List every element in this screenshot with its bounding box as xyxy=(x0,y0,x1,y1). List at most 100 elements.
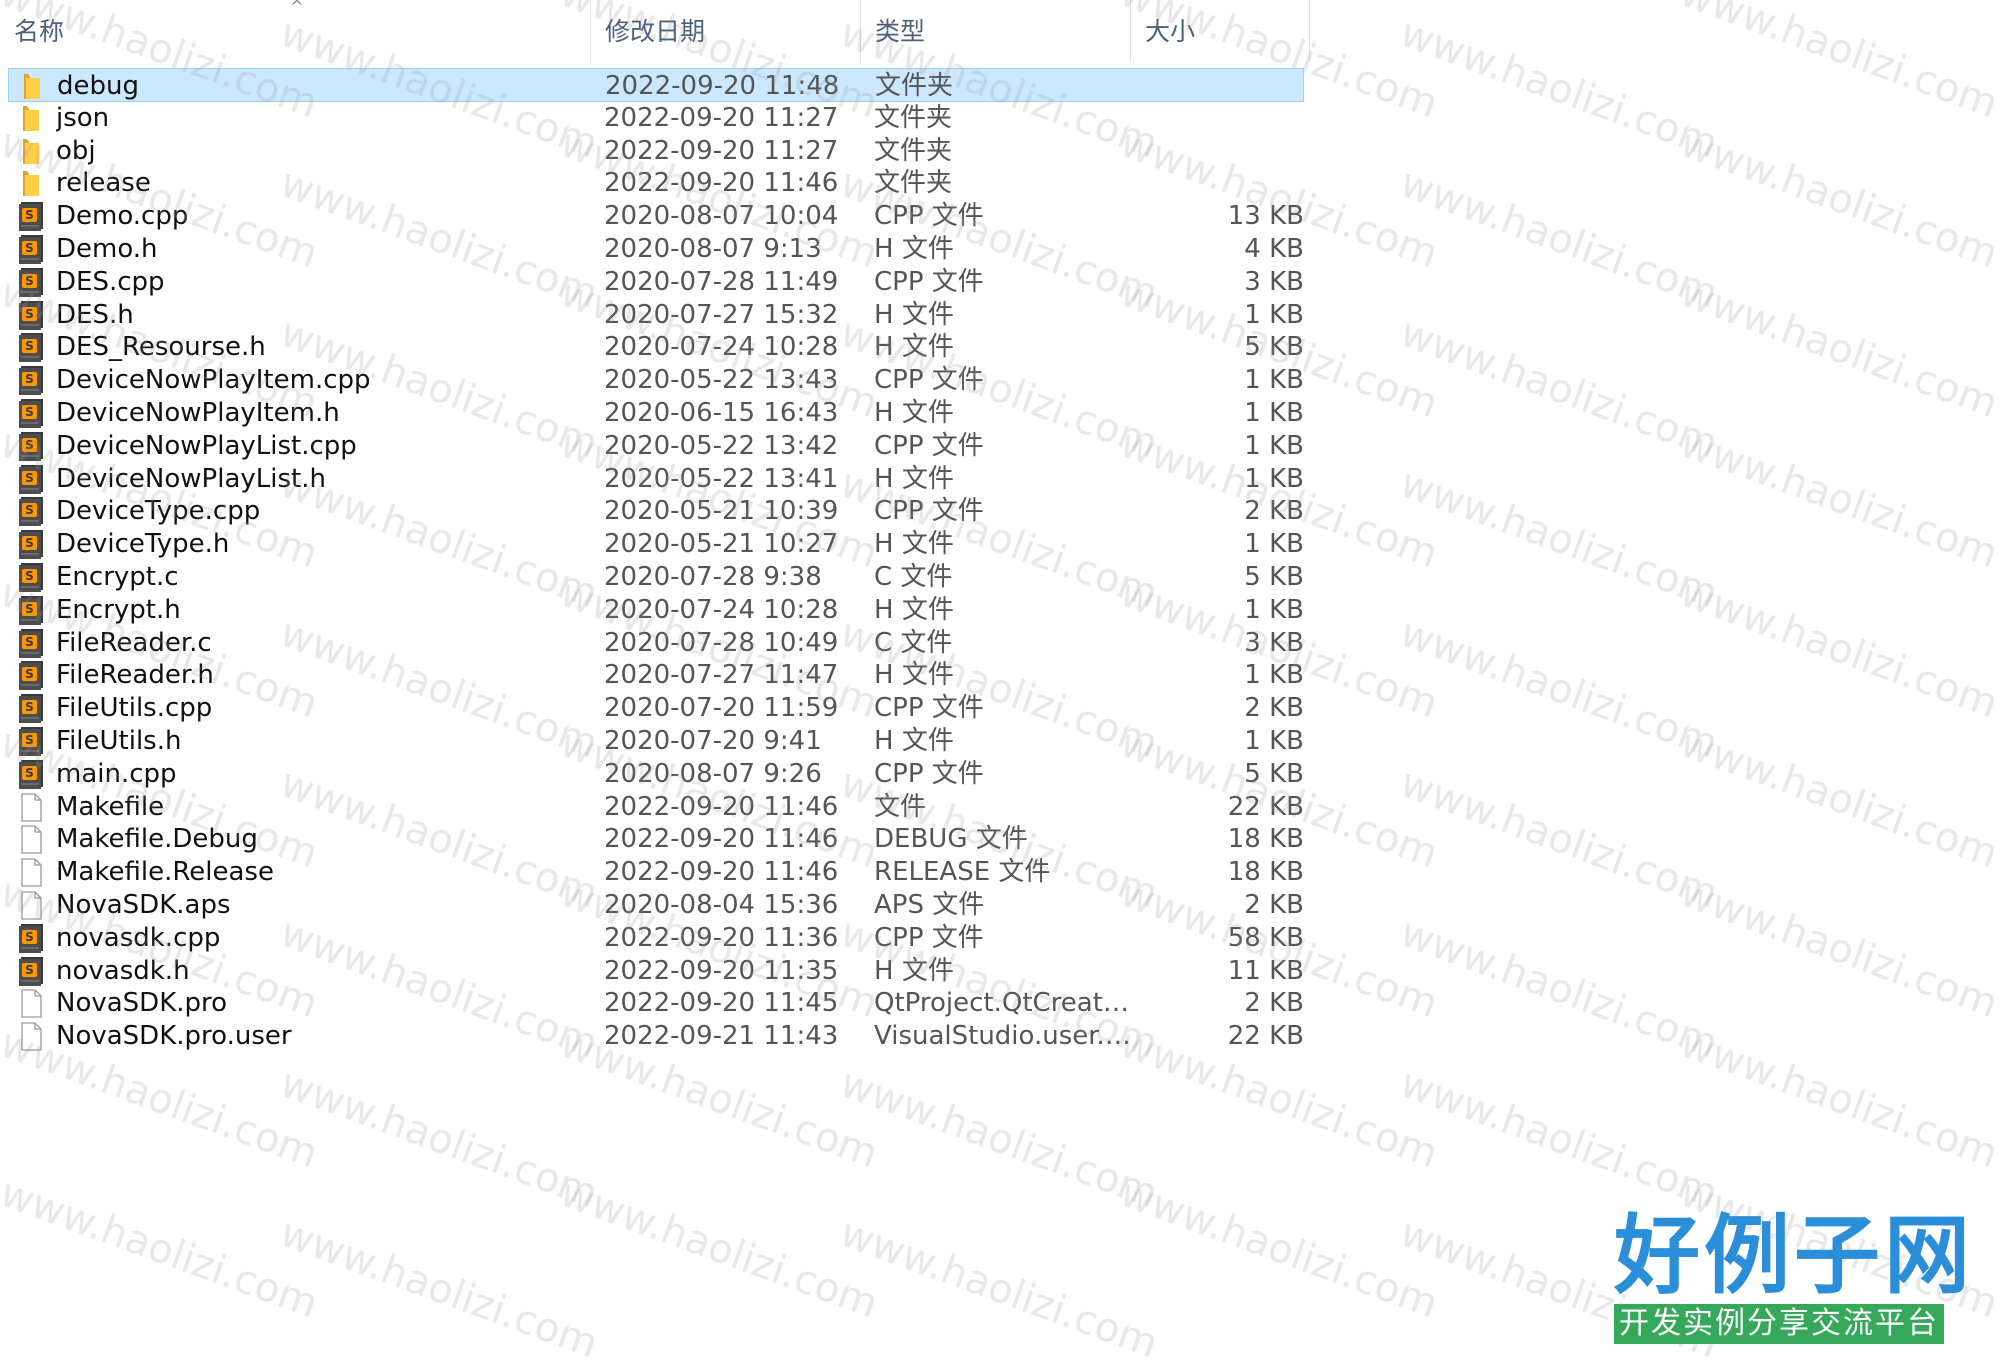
file-size xyxy=(1128,134,1304,168)
blank-file-icon xyxy=(16,856,46,888)
file-name: debug xyxy=(57,71,139,101)
file-name: release xyxy=(56,168,151,199)
file-type: CPP 文件 xyxy=(874,430,984,461)
file-row[interactable]: S FileReader.c 2020-07-28 10:49 C 文件 3 KB xyxy=(8,626,1304,660)
watermark-text: www.haolizi.com xyxy=(1674,120,2004,278)
file-row[interactable]: Snovasdk.cpp 2022-09-20 11:36 CPP 文件 58 KB xyxy=(8,921,1304,955)
file-name: Demo.h xyxy=(56,234,158,264)
file-row[interactable]: S Demo.cpp 2020-08-07 10:04 CPP 文件 13 KB xyxy=(8,199,1304,233)
svg-text:S: S xyxy=(25,930,34,944)
file-row[interactable]: NovaSDK.pro.user 2022-09-21 11:43 VisualSt… xyxy=(8,1019,1304,1053)
column-header-size[interactable]: 大小 xyxy=(1130,0,1310,62)
folder-row[interactable]: obj 2022-09-20 11:27 文件夹 xyxy=(8,134,1304,168)
file-row[interactable]: NovaSDK.pro 2022-09-20 11:45 QtProject.QtC… xyxy=(8,986,1304,1020)
folder-row[interactable]: release 2022-09-20 11:46 文件夹 xyxy=(8,166,1304,200)
file-modified-date: 2022-09-20 11:35 xyxy=(604,955,839,986)
file-size: 1 KB xyxy=(1244,299,1304,330)
folder-icon xyxy=(16,135,46,167)
sublime-file-icon: S xyxy=(16,364,46,396)
file-type: CPP 文件 xyxy=(874,365,984,396)
folder-row[interactable]: debug 2022-09-20 11:48 文件夹 xyxy=(8,68,1304,102)
svg-text:S: S xyxy=(25,536,34,550)
file-row[interactable]: S DES.cpp 2020-07-28 11:49 CPP 文件 3 KB xyxy=(8,265,1304,299)
file-row[interactable]: S Demo.h 2020-08-07 9:13 H 文件 4 KB xyxy=(8,232,1304,266)
file-row[interactable]: S FileUtils.h 2020-07-20 9:41 H 文件 1 KB xyxy=(8,724,1304,758)
file-row[interactable]: Makefile.Debug 2022-09-20 11:46 DEBUG 文件 18… xyxy=(8,822,1304,856)
file-type: VisualStudio.user.a... xyxy=(874,1021,1136,1052)
sublime-file-icon: S xyxy=(16,922,46,954)
blank-file-icon xyxy=(16,791,46,823)
file-size: 1 KB xyxy=(1244,529,1304,560)
column-header-type[interactable]: 类型 xyxy=(860,0,1130,62)
file-row[interactable]: Makefile.Release 2022-09-20 11:46 RELEASE … xyxy=(8,855,1304,889)
file-name: FileReader.h xyxy=(56,660,214,691)
file-modified-date: 2020-07-27 15:32 xyxy=(604,299,839,330)
file-modified-date: 2022-09-20 11:46 xyxy=(604,168,839,199)
file-name: main.cpp xyxy=(56,758,177,789)
file-name: FileUtils.cpp xyxy=(56,693,213,724)
file-row[interactable]: S Encrypt.c 2020-07-28 9:38 C 文件 5 KB xyxy=(8,560,1304,594)
file-name: Encrypt.c xyxy=(56,562,179,592)
column-header-bar: 名称 ^ 修改日期 类型 大小 xyxy=(0,0,1310,62)
file-name: Makefile.Debug xyxy=(56,824,258,855)
file-row[interactable]: S DeviceNowPlayItem.cpp 2020-05-22 13:43 CP… xyxy=(8,363,1304,397)
file-name: DeviceNowPlayItem.cpp xyxy=(56,365,371,396)
watermark-text: www.haolizi.com xyxy=(1394,610,1724,768)
file-row[interactable]: S DeviceNowPlayItem.h 2020-06-15 16:43 H 文件… xyxy=(8,396,1304,430)
file-row[interactable]: Snovasdk.h 2022-09-20 11:35 H 文件 11 KB xyxy=(8,954,1304,988)
sublime-file-icon: S xyxy=(16,299,46,331)
file-modified-date: 2020-08-04 15:36 xyxy=(604,890,839,920)
blank-file-icon xyxy=(16,823,46,855)
watermark-text: www.haolizi.com xyxy=(1674,270,2004,428)
sublime-file-icon: S xyxy=(16,955,46,987)
file-modified-date: 2022-09-20 11:46 xyxy=(604,791,839,822)
sublime-file-icon: S xyxy=(16,659,46,691)
column-header-date[interactable]: 修改日期 xyxy=(590,0,860,62)
file-row[interactable]: Makefile 2022-09-20 11:46 文件 22 KB xyxy=(8,790,1304,824)
file-size: 1 KB xyxy=(1244,398,1304,428)
sublime-file-icon: S xyxy=(16,233,46,265)
file-row[interactable]: S DeviceType.cpp 2020-05-21 10:39 CPP 文件 2 K… xyxy=(8,494,1304,528)
file-row[interactable]: S FileUtils.cpp 2020-07-20 11:59 CPP 文件 2 KB xyxy=(8,691,1304,725)
sublime-file-icon: S xyxy=(16,397,46,429)
file-row[interactable]: S DeviceNowPlayList.h 2020-05-22 13:41 H 文件… xyxy=(8,462,1304,496)
file-size: 2 KB xyxy=(1244,890,1304,920)
file-type: 文件夹 xyxy=(874,102,953,133)
file-size: 5 KB xyxy=(1244,758,1304,789)
file-name: Demo.cpp xyxy=(56,201,189,232)
file-modified-date: 2020-05-21 10:39 xyxy=(604,496,839,527)
file-size: 1 KB xyxy=(1244,430,1304,461)
svg-text:S: S xyxy=(25,438,34,452)
file-row[interactable]: S DeviceType.h 2020-05-21 10:27 H 文件 1 KB xyxy=(8,527,1304,561)
file-type: 文件 xyxy=(874,791,927,822)
file-size: 18 KB xyxy=(1227,857,1304,888)
file-type: APS 文件 xyxy=(874,890,985,920)
file-modified-date: 2022-09-20 11:45 xyxy=(604,988,839,1019)
file-modified-date: 2020-05-21 10:27 xyxy=(604,529,839,560)
file-name: DeviceType.cpp xyxy=(56,496,261,527)
file-row[interactable]: Smain.cpp 2020-08-07 9:26 CPP 文件 5 KB xyxy=(8,757,1304,791)
file-modified-date: 2022-09-20 11:48 xyxy=(605,71,840,101)
file-row[interactable]: S DES.h 2020-07-27 15:32 H 文件 1 KB xyxy=(8,298,1304,332)
file-row[interactable]: NovaSDK.aps 2020-08-04 15:36 APS 文件 2 KB xyxy=(8,888,1304,922)
file-size: 2 KB xyxy=(1244,693,1304,724)
file-modified-date: 2020-07-28 10:49 xyxy=(604,627,839,658)
file-name: Makefile.Release xyxy=(56,857,274,888)
file-row[interactable]: S Encrypt.h 2020-07-24 10:28 H 文件 1 KB xyxy=(8,593,1304,627)
file-modified-date: 2022-09-20 11:36 xyxy=(604,922,839,953)
file-name: novasdk.h xyxy=(56,955,190,986)
svg-text:S: S xyxy=(25,963,34,977)
file-type: CPP 文件 xyxy=(874,266,984,297)
file-row[interactable]: S FileReader.h 2020-07-27 11:47 H 文件 1 KB xyxy=(8,658,1304,692)
file-type: H 文件 xyxy=(874,463,954,494)
file-modified-date: 2020-07-28 11:49 xyxy=(604,266,839,297)
blank-file-icon xyxy=(16,987,46,1019)
file-size: 22 KB xyxy=(1227,791,1304,822)
folder-row[interactable]: json 2022-09-20 11:27 文件夹 xyxy=(8,101,1304,135)
file-row[interactable]: S DeviceNowPlayList.cpp 2020-05-22 13:42 CP… xyxy=(8,429,1304,463)
file-modified-date: 2020-07-24 10:28 xyxy=(604,594,839,625)
file-row[interactable]: S DES_Resourse.h 2020-07-24 10:28 H 文件 5 KB xyxy=(8,330,1304,364)
file-type: H 文件 xyxy=(874,726,954,756)
file-modified-date: 2020-07-24 10:28 xyxy=(604,332,839,363)
file-type: H 文件 xyxy=(874,594,954,625)
